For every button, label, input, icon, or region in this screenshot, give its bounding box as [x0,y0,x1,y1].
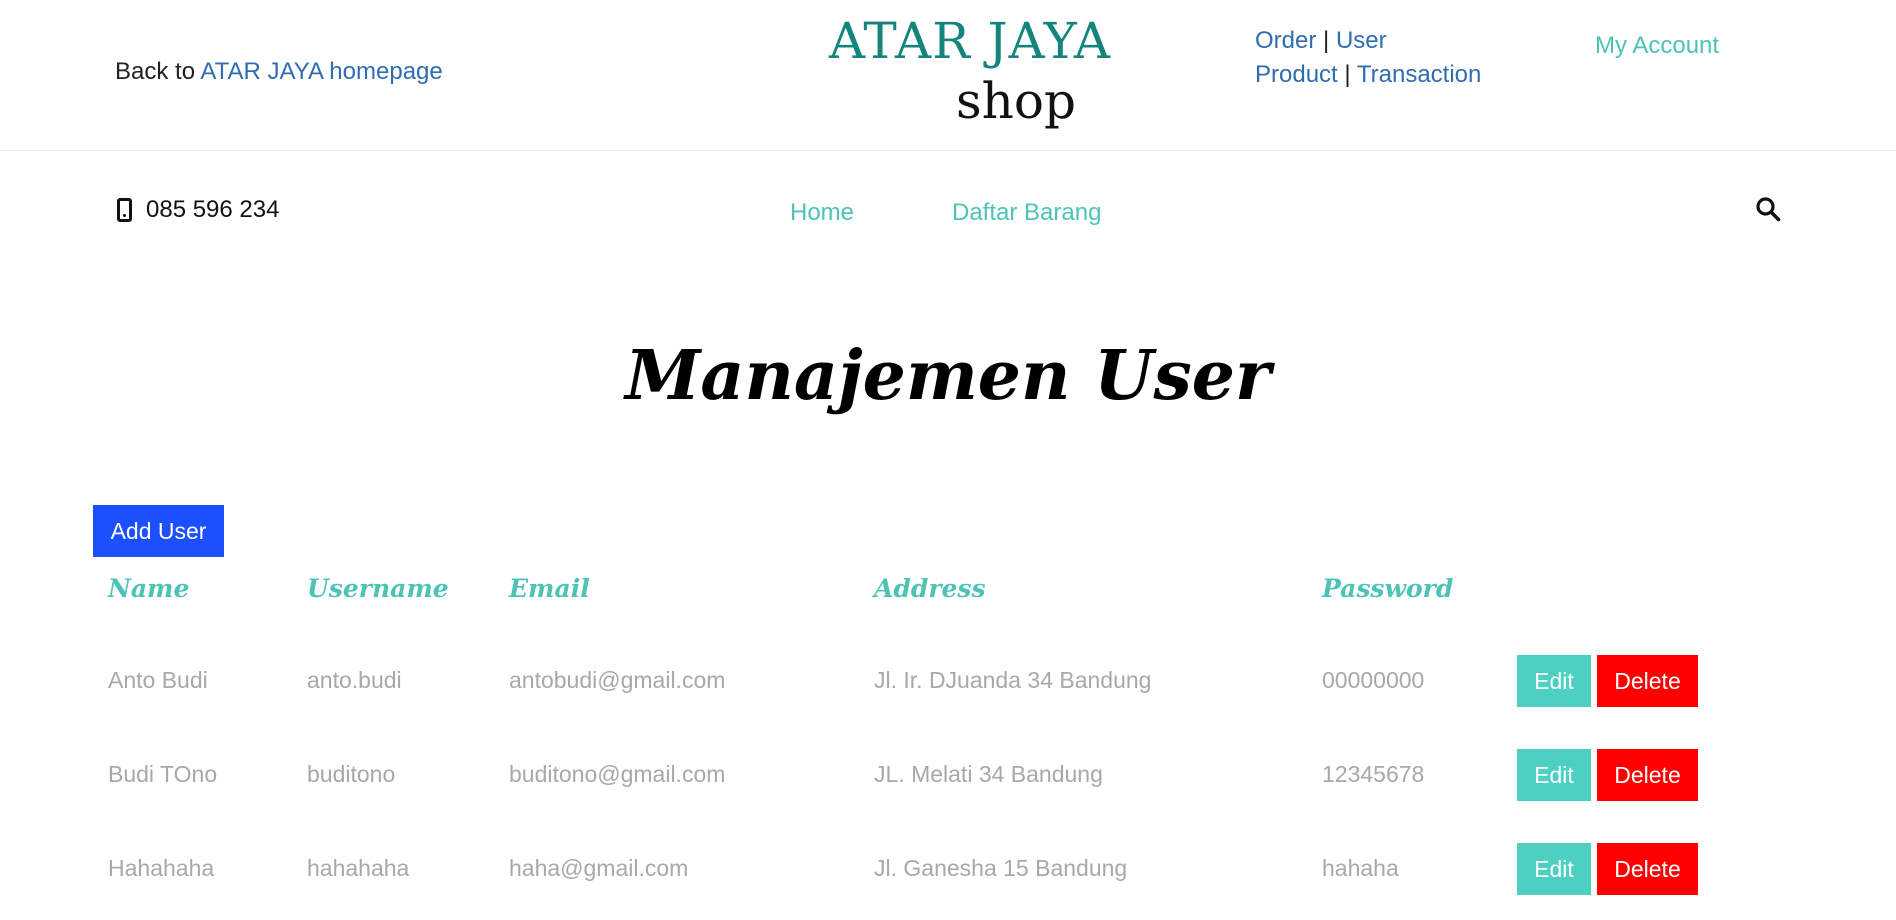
separator: | [1344,61,1351,88]
back-prefix: Back to [115,58,196,85]
cell-email: buditono@gmail.com [509,761,726,787]
my-account-link[interactable]: My Account [1595,32,1719,60]
cell-password: 12345678 [1322,761,1425,787]
separator: | [1323,27,1330,54]
product-link[interactable]: Product [1255,61,1338,88]
cell-email: antobudi@gmail.com [509,667,726,693]
delete-button[interactable]: Delete [1597,843,1698,895]
edit-button[interactable]: Edit [1517,843,1591,895]
column-header-email: Email [509,574,590,603]
cell-email: haha@gmail.com [509,855,689,881]
table-row: Anto Budi anto.budi antobudi@gmail.com J… [0,655,1896,715]
cell-username: hahahaha [307,855,410,881]
logo-text-bottom: shop [956,72,1076,130]
order-link[interactable]: Order [1255,27,1316,54]
phone-number: 085 596 234 [146,196,280,223]
user-link[interactable]: User [1336,27,1387,54]
column-header-username: Username [307,574,449,603]
add-user-button[interactable]: Add User [93,505,224,557]
cell-username: buditono [307,761,396,787]
cell-password: 00000000 [1322,667,1425,693]
homepage-link[interactable]: ATAR JAYA homepage [200,58,442,85]
cell-password: hahaha [1322,855,1399,881]
cell-address: Jl. Ir. DJuanda 34 Bandung [874,667,1152,693]
mobile-phone-icon [117,198,132,222]
edit-button[interactable]: Edit [1517,655,1591,707]
cell-name: Budi TOno [108,761,218,787]
cell-address: JL. Melati 34 Bandung [874,761,1103,787]
cell-name: Anto Budi [108,667,208,693]
column-header-address: Address [874,574,986,603]
search-icon[interactable] [1755,196,1781,222]
admin-links: Order | User Product | Transaction [1255,24,1481,92]
delete-button[interactable]: Delete [1597,749,1698,801]
page-title: Manajemen User [625,336,1271,416]
cell-address: Jl. Ganesha 15 Bandung [874,855,1128,881]
logo[interactable]: ATAR JAYA shop [826,12,1110,132]
table-row: Budi TOno buditono buditono@gmail.com JL… [0,749,1896,809]
nav-home[interactable]: Home [790,199,854,227]
table-row: Hahahaha hahahaha haha@gmail.com Jl. Gan… [0,843,1896,903]
column-header-password: Password [1322,574,1454,603]
cell-username: anto.budi [307,667,402,693]
logo-text-top: ATAR JAYA [829,12,1111,70]
cell-name: Hahahaha [108,855,215,881]
transaction-link[interactable]: Transaction [1357,61,1482,88]
edit-button[interactable]: Edit [1517,749,1591,801]
phone-contact: 085 596 234 [117,196,279,224]
column-header-name: Name [108,574,190,603]
delete-button[interactable]: Delete [1597,655,1698,707]
nav-daftar-barang[interactable]: Daftar Barang [952,199,1101,227]
top-header: Back to ATAR JAYA homepage ATAR JAYA sho… [0,0,1896,151]
back-to-homepage: Back to ATAR JAYA homepage [115,58,443,86]
